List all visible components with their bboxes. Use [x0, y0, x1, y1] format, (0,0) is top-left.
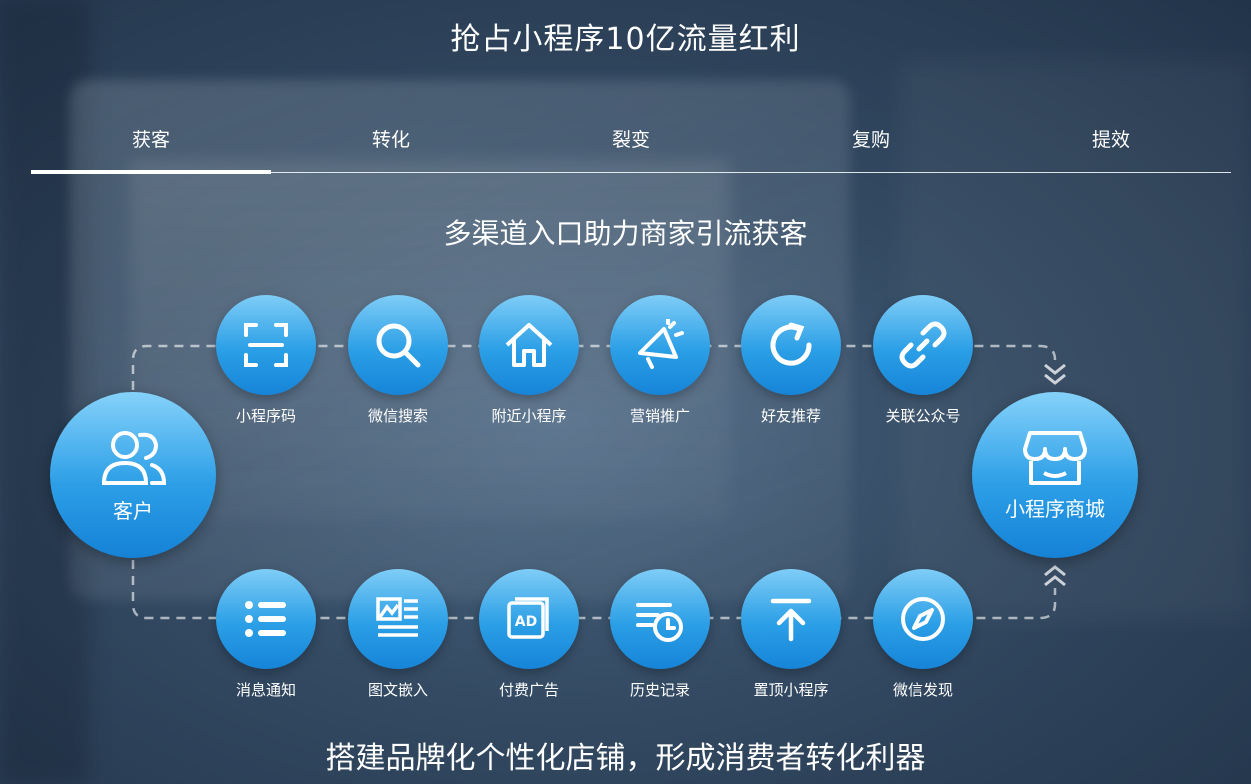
- channel-label: 图文嵌入: [367, 681, 428, 699]
- channel-label: 微信搜索: [367, 407, 428, 425]
- channel-label: 小程序码: [235, 407, 296, 425]
- store-icon: [1023, 430, 1087, 485]
- pin-top-icon: [770, 598, 812, 642]
- channel-wechat-discover[interactable]: [873, 569, 973, 669]
- channel-message-notice[interactable]: [216, 569, 316, 669]
- refresh-icon: [770, 322, 812, 366]
- channel-label: 付费广告: [498, 681, 559, 699]
- channel-label: 好友推荐: [760, 407, 821, 425]
- channel-official-account[interactable]: [873, 295, 973, 395]
- scan-icon: [244, 323, 288, 367]
- mall-node[interactable]: 小程序商城: [972, 392, 1138, 558]
- channel-label: 关联公众号: [885, 407, 961, 425]
- link-icon: [899, 321, 947, 369]
- channel-history[interactable]: [610, 569, 710, 669]
- customer-node: 客户: [50, 392, 216, 558]
- list-icon: [245, 601, 286, 637]
- channel-label: 置顶小程序: [753, 681, 829, 699]
- channel-paid-ads[interactable]: AD: [479, 569, 579, 669]
- mall-label: 小程序商城: [1005, 496, 1105, 521]
- channel-pin-top[interactable]: [741, 569, 841, 669]
- megaphone-icon: [638, 319, 684, 369]
- svg-text:AD: AD: [515, 614, 537, 630]
- compass-icon: [901, 597, 945, 641]
- channel-label: 历史记录: [629, 681, 690, 699]
- home-icon: [505, 323, 553, 367]
- ad-icon: AD: [507, 597, 549, 639]
- article-icon: [376, 597, 418, 637]
- bottom-title: 搭建品牌化个性化店铺，形成消费者转化利器: [325, 741, 926, 776]
- customer-label: 客户: [113, 498, 153, 523]
- channel-marketing[interactable]: [610, 295, 710, 395]
- channel-label: 微信发现: [892, 681, 953, 699]
- channel-label: 附近小程序: [491, 407, 567, 425]
- chevron-down-icon: [1044, 363, 1066, 385]
- channel-article-embed[interactable]: [348, 569, 448, 669]
- users-icon: [101, 430, 167, 485]
- chevron-up-icon: [1044, 565, 1066, 587]
- channel-label: 消息通知: [235, 681, 296, 699]
- channel-mini-code[interactable]: [216, 295, 316, 395]
- channel-friend-referral[interactable]: [741, 295, 841, 395]
- channel-label: 营销推广: [629, 407, 690, 425]
- channel-nearby[interactable]: [479, 295, 579, 395]
- history-icon: [636, 603, 683, 642]
- search-icon: [376, 323, 421, 368]
- channel-wechat-search[interactable]: [348, 295, 448, 395]
